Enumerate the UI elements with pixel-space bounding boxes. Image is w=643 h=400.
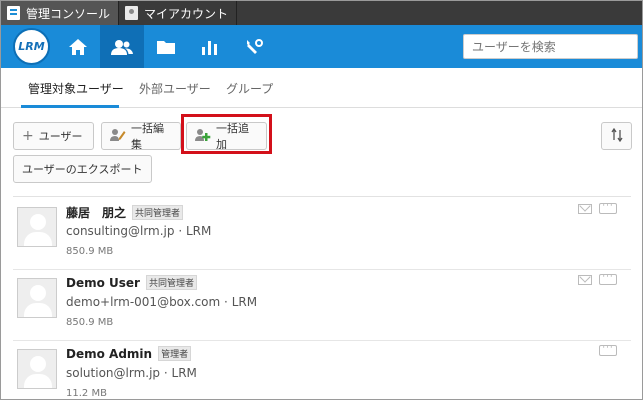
tab-groups[interactable]: グループ [226, 80, 273, 97]
top-tab-strip: 管理コンソール マイアカウント [1, 1, 642, 25]
tab-external-users[interactable]: 外部ユーザー [139, 80, 211, 97]
avatar [17, 349, 57, 389]
user-name-line: Demo Admin 管理者 [66, 346, 192, 361]
user-name-line: 藤居 朋之 共同管理者 [66, 204, 184, 221]
role-badge: 共同管理者 [145, 275, 197, 290]
plus-icon: + [22, 128, 34, 144]
active-tab-indicator [21, 105, 119, 108]
app-frame: 管理コンソール マイアカウント LRM 管理対象ユーザー 外部ユーザー グループ [0, 0, 643, 400]
user-storage-size: 850.9 MB [66, 246, 114, 257]
doc-icon [7, 6, 20, 20]
email-separator: · [224, 295, 228, 309]
more-options-icon[interactable]: ··· [599, 344, 617, 356]
add-user-label: ユーザー [38, 130, 83, 143]
tab-my-account[interactable]: マイアカウント [119, 1, 238, 25]
user-email-line: consulting@lrm.jp · LRM [66, 224, 211, 238]
user-email-line: solution@lrm.jp · LRM [66, 366, 197, 380]
user-email: solution@lrm.jp [66, 366, 161, 380]
user-name-line: Demo User 共同管理者 [66, 275, 197, 290]
user-email: demo+lrm-001@box.com [66, 295, 221, 309]
highlight-box [181, 114, 272, 154]
email-separator: · [178, 224, 183, 238]
mail-icon[interactable] [578, 204, 592, 214]
main-navbar: LRM [1, 25, 642, 68]
user-name[interactable]: 藤居 朋之 [66, 206, 126, 220]
bulk-edit-label: 一括編集 [131, 122, 164, 151]
user-storage-size: 850.9 MB [66, 317, 114, 328]
home-icon[interactable] [56, 25, 100, 68]
tab-admin-console[interactable]: 管理コンソール [1, 1, 120, 25]
email-separator: · [163, 366, 168, 380]
user-org: LRM [231, 295, 258, 309]
user-org: LRM [171, 366, 197, 380]
person-icon [125, 6, 139, 20]
user-row-2[interactable]: Demo User 共同管理者 demo+lrm-001@box.com · LR… [13, 269, 631, 341]
sort-icon [610, 127, 623, 145]
tab-admin-console-label: 管理コンソール [26, 6, 111, 21]
user-name[interactable]: Demo Admin [66, 347, 152, 361]
export-users-button[interactable]: ユーザーのエクスポート [13, 155, 152, 183]
reports-icon[interactable] [188, 25, 232, 68]
bulk-edit-icon [110, 128, 126, 145]
user-email-line: demo+lrm-001@box.com · LRM [66, 295, 257, 309]
tab-my-account-label: マイアカウント [144, 6, 229, 21]
list-divider [13, 196, 631, 197]
settings-icon[interactable] [232, 25, 276, 68]
user-name[interactable]: Demo User [66, 276, 140, 290]
user-row-3[interactable]: Demo Admin 管理者 solution@lrm.jp · LRM 11.2… [13, 340, 631, 399]
bulk-edit-button[interactable]: 一括編集 [101, 122, 181, 151]
user-org: LRM [186, 224, 212, 238]
more-options-icon[interactable]: ··· [599, 273, 617, 285]
user-email: consulting@lrm.jp [66, 224, 175, 238]
sort-button[interactable] [601, 122, 632, 150]
role-badge: 管理者 [158, 346, 192, 361]
folder-icon[interactable] [144, 25, 188, 68]
tab-managed-users[interactable]: 管理対象ユーザー [28, 80, 124, 97]
add-user-button[interactable]: + ユーザー [13, 122, 94, 150]
user-storage-size: 11.2 MB [66, 388, 107, 399]
user-search-input[interactable] [463, 34, 638, 59]
avatar [17, 207, 57, 247]
user-row-1[interactable]: 藤居 朋之 共同管理者 consulting@lrm.jp · LRM 850.9… [13, 198, 631, 270]
avatar [17, 278, 57, 318]
sub-tab-bar: 管理対象ユーザー 外部ユーザー グループ [1, 68, 642, 108]
role-badge: 共同管理者 [132, 205, 184, 220]
users-icon[interactable] [100, 25, 144, 68]
mail-icon[interactable] [578, 275, 592, 285]
more-options-icon[interactable]: ··· [599, 202, 617, 214]
lrm-logo[interactable]: LRM [13, 28, 50, 65]
